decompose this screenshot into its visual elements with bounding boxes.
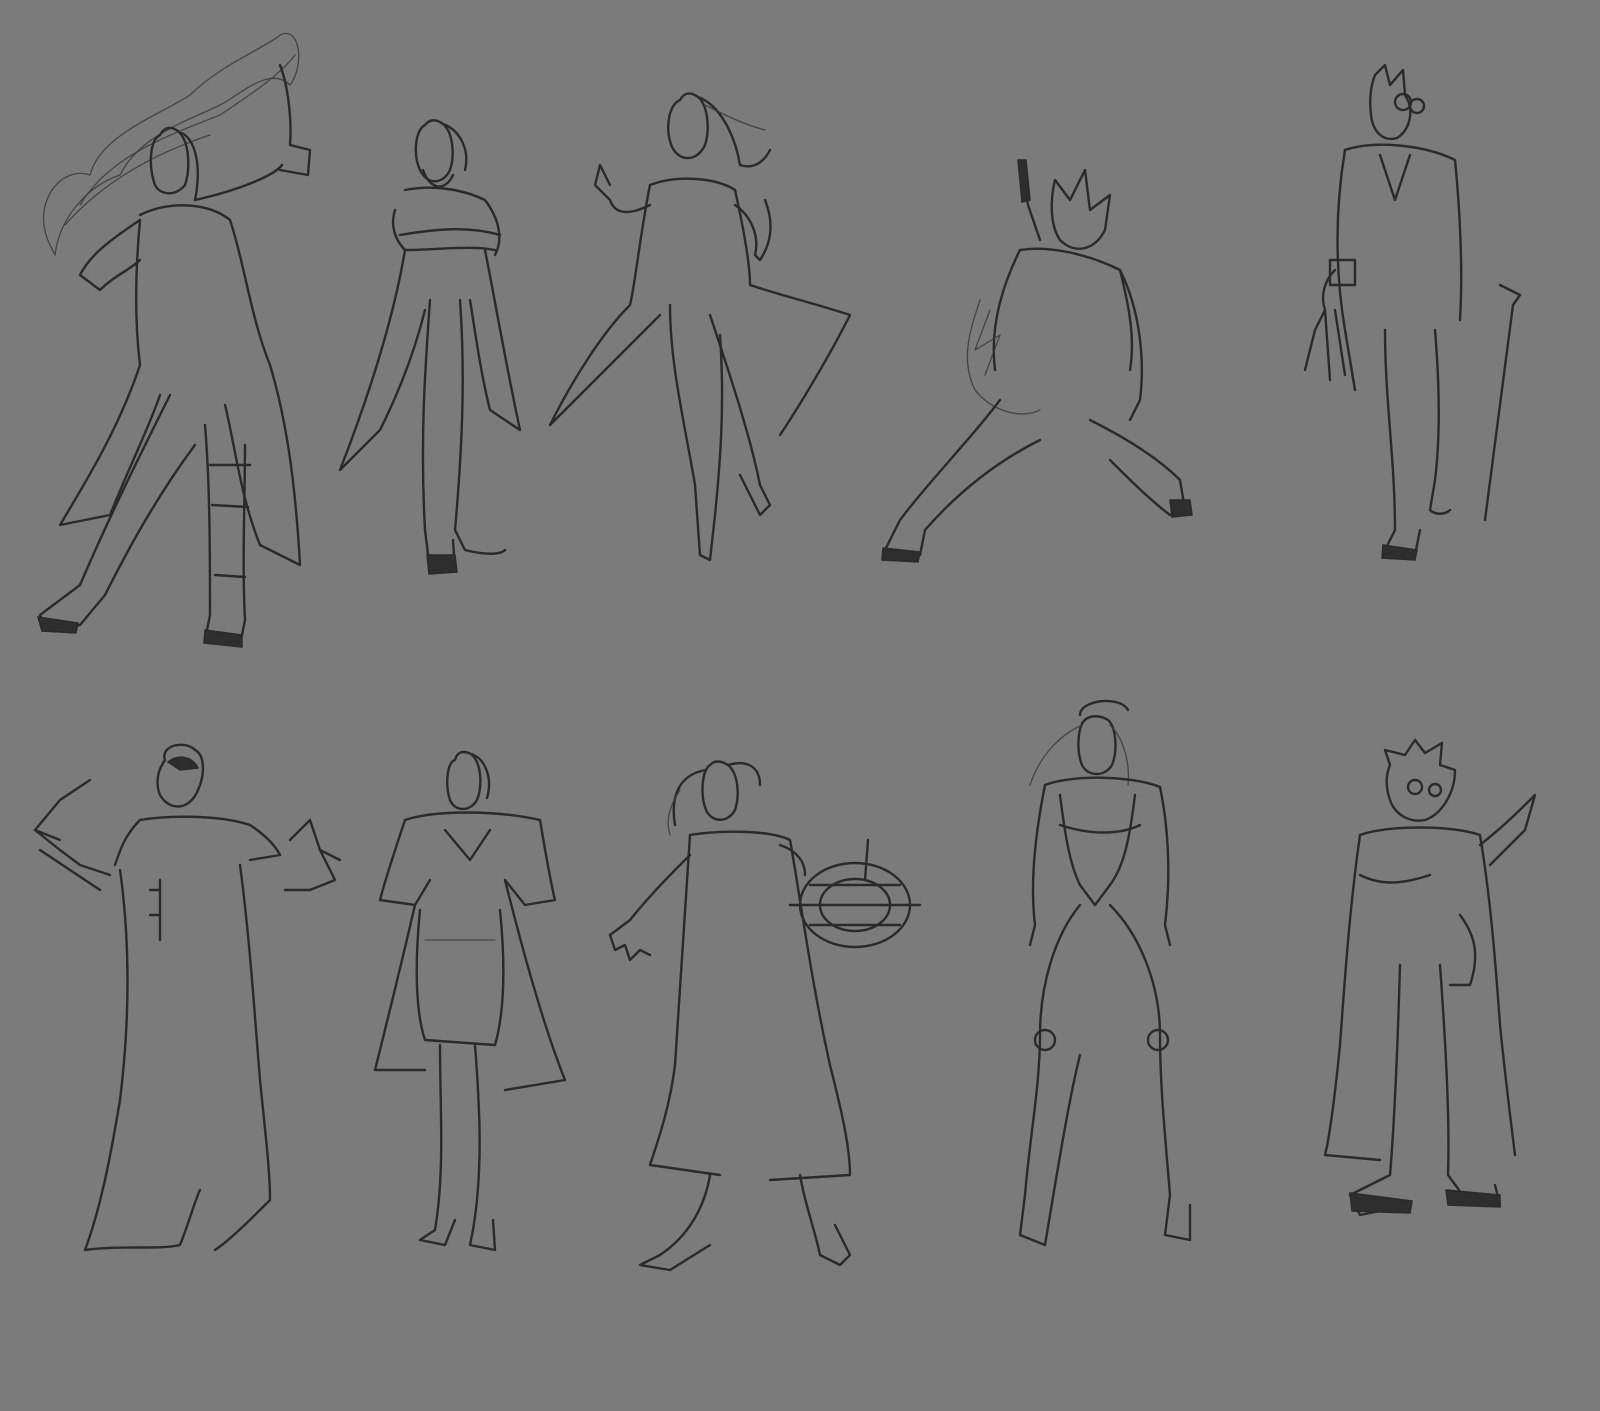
- figure-7-drawing: [373, 750, 567, 1252]
- figure-5-drawing: [1303, 63, 1522, 561]
- figure-8-drawing: [608, 760, 922, 1272]
- figure-robed-helmet-claws: [20, 740, 350, 1275]
- figure-1-drawing: [36, 32, 312, 648]
- figure-10-drawing: [1323, 738, 1537, 1217]
- figure-android-bodysuit-headband: [1000, 695, 1210, 1295]
- figure-2-drawing: [338, 119, 522, 575]
- figure-6-drawing: [33, 743, 342, 1252]
- figure-3-drawing: [548, 92, 852, 562]
- figure-bearded-man-arms-crossed: [335, 110, 535, 585]
- figure-crouching-wild-hair-sword: [880, 159, 1220, 580]
- figure-4-drawing: [881, 159, 1193, 563]
- figure-coat-mechanical-arm-cannon: [608, 735, 922, 1280]
- figure-9-drawing: [1018, 699, 1192, 1247]
- figure-woman-short-jacket-hands-on-hips: [365, 740, 575, 1275]
- figure-goggles-suit-cane-claw: [1285, 60, 1560, 580]
- figure-caped-sorcerer-raising-smoke: [20, 25, 320, 665]
- sketch-sheet: [0, 0, 1600, 1411]
- figure-woman-long-hair-coat: [548, 85, 860, 585]
- figure-spiky-hair-glasses-lab-coat: [1320, 735, 1545, 1295]
